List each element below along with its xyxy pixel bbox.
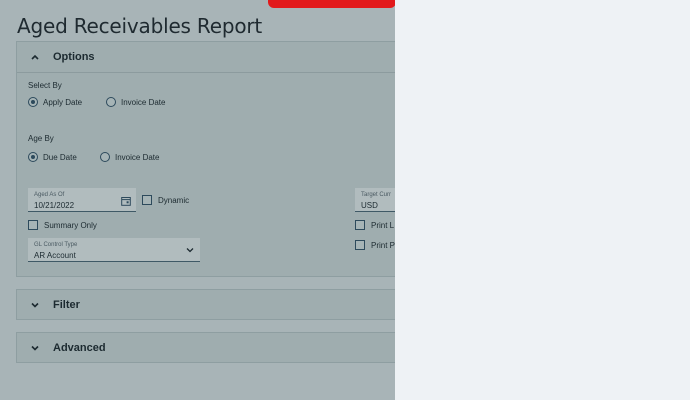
- radio-due-date[interactable]: Due Date: [28, 152, 77, 162]
- print-option-2-label: Print P: [371, 240, 395, 250]
- gl-control-type-select[interactable]: GL Control Type AR Account: [28, 238, 200, 262]
- select-by-label: Select By: [28, 81, 62, 90]
- radio-selected-icon: [28, 152, 38, 162]
- chevron-up-icon: [31, 54, 39, 60]
- options-section: Options Select By Apply Date Invoice Dat…: [16, 41, 395, 277]
- gl-control-type-label: GL Control Type: [34, 242, 78, 248]
- advanced-header-label: Advanced: [53, 342, 106, 354]
- gl-control-type-value: AR Account: [34, 251, 76, 260]
- summary-only-label: Summary Only: [44, 220, 97, 230]
- radio-apply-date-label: Apply Date: [43, 97, 83, 107]
- options-header-label: Options: [53, 51, 95, 63]
- radio-unselected-icon: [100, 152, 110, 162]
- aged-as-of-label: Aged As Of: [34, 192, 65, 198]
- summary-only-checkbox[interactable]: Summary Only: [28, 220, 97, 230]
- modal-backdrop: Aged Receivables Report Options Select B…: [0, 0, 395, 400]
- radio-age-invoice-date-label: Invoice Date: [115, 152, 160, 162]
- page-title: Aged Receivables Report: [17, 14, 263, 38]
- radio-select-invoice-date-label: Invoice Date: [121, 97, 166, 107]
- target-currency-field[interactable]: Target Curr USD: [355, 188, 395, 212]
- target-currency-value: USD: [361, 201, 378, 210]
- checkbox-icon: [355, 220, 365, 230]
- age-by-label: Age By: [28, 134, 54, 143]
- calendar-icon[interactable]: [121, 196, 131, 206]
- print-option-2-checkbox[interactable]: Print P: [355, 240, 395, 250]
- advanced-section-header[interactable]: Advanced: [17, 333, 395, 363]
- aged-as-of-field[interactable]: Aged As Of 10/21/2022: [28, 188, 136, 212]
- filter-section-header[interactable]: Filter: [17, 290, 395, 320]
- filter-section: Filter: [16, 289, 395, 320]
- checkbox-icon: [142, 195, 152, 205]
- chevron-down-icon: [31, 302, 39, 308]
- options-section-header[interactable]: Options: [17, 42, 395, 72]
- advanced-section: Advanced: [16, 332, 395, 363]
- loading-indicator: [268, 0, 395, 8]
- dynamic-label: Dynamic: [158, 195, 190, 205]
- side-panel: [395, 0, 690, 400]
- radio-age-invoice-date[interactable]: Invoice Date: [100, 152, 159, 162]
- dynamic-checkbox[interactable]: Dynamic: [142, 195, 189, 205]
- radio-unselected-icon: [106, 97, 116, 107]
- checkbox-icon: [355, 240, 365, 250]
- checkbox-icon: [28, 220, 38, 230]
- radio-apply-date[interactable]: Apply Date: [28, 97, 82, 107]
- target-currency-label: Target Curr: [361, 192, 392, 198]
- chevron-down-icon: [31, 345, 39, 351]
- print-option-1-checkbox[interactable]: Print L: [355, 220, 394, 230]
- print-option-1-label: Print L: [371, 220, 395, 230]
- aged-as-of-value: 10/21/2022: [34, 201, 75, 210]
- radio-due-date-label: Due Date: [43, 152, 77, 162]
- radio-select-invoice-date[interactable]: Invoice Date: [106, 97, 165, 107]
- divider: [17, 72, 395, 73]
- filter-header-label: Filter: [53, 299, 80, 311]
- chevron-down-icon: [186, 248, 194, 253]
- radio-selected-icon: [28, 97, 38, 107]
